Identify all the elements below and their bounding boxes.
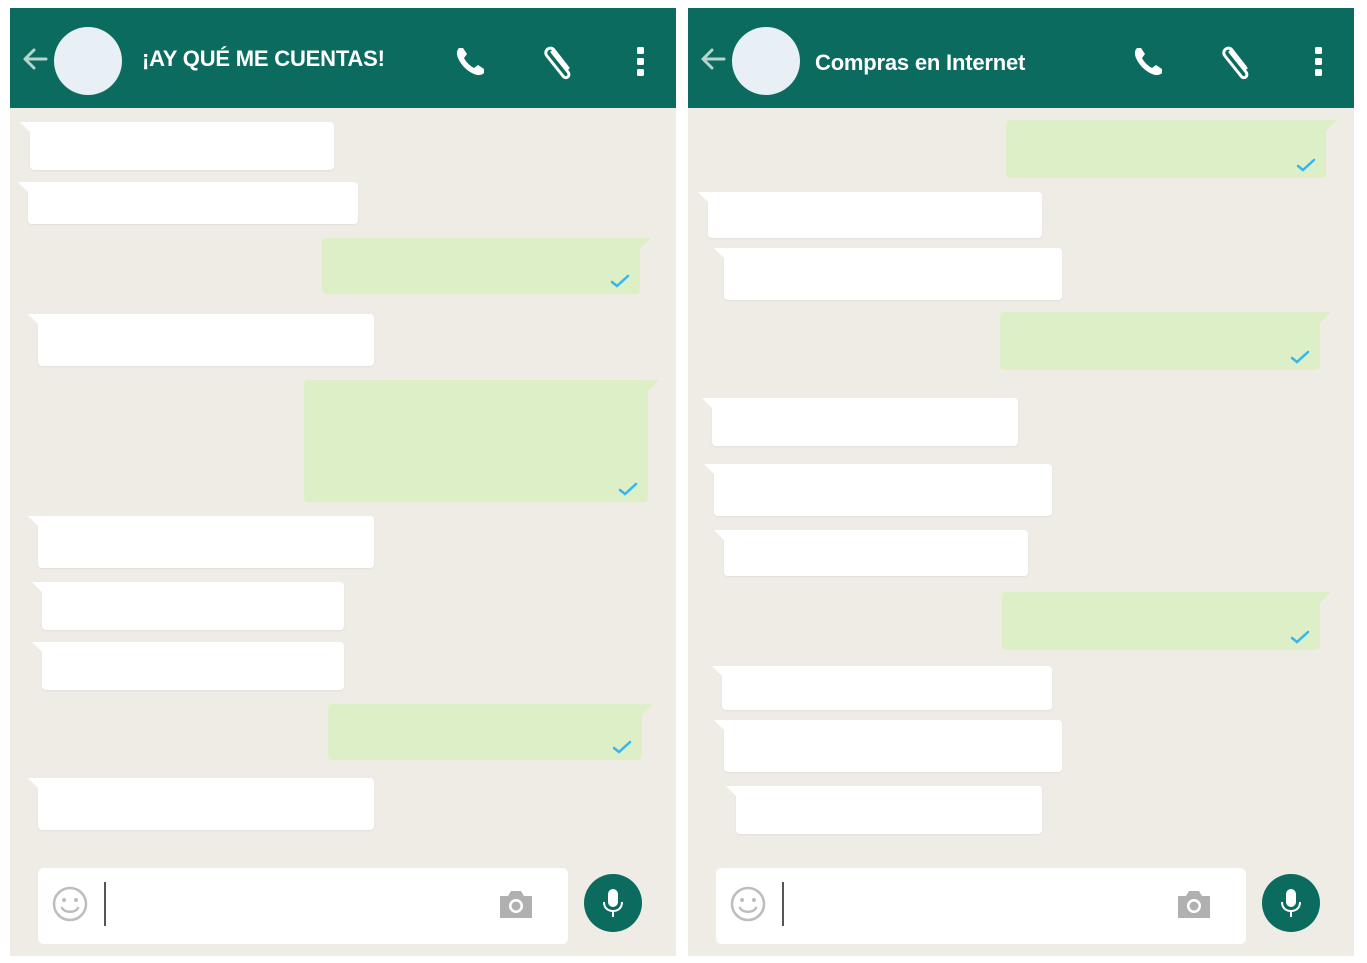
chat-screen-left: ¡AY QUÉ ME CUENTAS! xyxy=(10,8,676,956)
contact-avatar[interactable] xyxy=(732,27,800,95)
incoming-message[interactable] xyxy=(18,182,358,224)
outgoing-message[interactable] xyxy=(1002,592,1331,650)
microphone-icon xyxy=(1281,889,1301,917)
paperclip-icon[interactable] xyxy=(538,42,578,82)
smiley-icon[interactable] xyxy=(728,884,768,924)
outgoing-message[interactable] xyxy=(1000,312,1331,370)
incoming-message[interactable] xyxy=(714,720,1062,772)
camera-icon[interactable] xyxy=(496,886,536,922)
text-cursor xyxy=(782,882,784,926)
chat-title[interactable]: Compras en Internet xyxy=(815,50,1025,76)
incoming-message[interactable] xyxy=(698,192,1042,238)
incoming-message[interactable] xyxy=(714,530,1028,576)
incoming-message[interactable] xyxy=(28,314,374,366)
chat-screen-right: Compras en Internet xyxy=(688,8,1354,956)
message-compose-bar[interactable] xyxy=(716,868,1246,944)
outgoing-message[interactable] xyxy=(322,238,651,294)
incoming-message[interactable] xyxy=(32,582,344,630)
microphone-button[interactable] xyxy=(584,874,642,932)
smiley-icon[interactable] xyxy=(50,884,90,924)
read-tick-icon xyxy=(610,274,630,288)
more-vertical-icon[interactable] xyxy=(1310,42,1350,82)
incoming-message[interactable] xyxy=(714,248,1062,300)
message-compose-bar[interactable] xyxy=(38,868,568,944)
chat-title[interactable]: ¡AY QUÉ ME CUENTAS! xyxy=(142,46,385,72)
back-arrow-icon[interactable] xyxy=(698,44,728,74)
incoming-message[interactable] xyxy=(28,516,374,568)
read-tick-icon xyxy=(618,482,638,496)
incoming-message[interactable] xyxy=(20,122,334,170)
paperclip-icon[interactable] xyxy=(1216,42,1256,82)
outgoing-message[interactable] xyxy=(1006,120,1337,178)
microphone-button[interactable] xyxy=(1262,874,1320,932)
microphone-icon xyxy=(603,889,623,917)
contact-avatar[interactable] xyxy=(54,27,122,95)
read-tick-icon xyxy=(1290,350,1310,364)
more-vertical-icon[interactable] xyxy=(632,42,672,82)
phone-call-icon[interactable] xyxy=(1128,42,1168,82)
incoming-message[interactable] xyxy=(726,786,1042,834)
read-tick-icon xyxy=(1290,630,1310,644)
camera-icon[interactable] xyxy=(1174,886,1214,922)
read-tick-icon xyxy=(1296,158,1316,172)
outgoing-message[interactable] xyxy=(304,380,659,502)
incoming-message[interactable] xyxy=(28,778,374,830)
message-input[interactable] xyxy=(790,886,1160,926)
incoming-message[interactable] xyxy=(712,666,1052,710)
read-tick-icon xyxy=(612,740,632,754)
outgoing-message[interactable] xyxy=(328,704,653,760)
text-cursor xyxy=(104,882,106,926)
chat-header: Compras en Internet xyxy=(688,8,1354,108)
chat-header: ¡AY QUÉ ME CUENTAS! xyxy=(10,8,676,108)
phone-call-icon[interactable] xyxy=(450,42,490,82)
incoming-message[interactable] xyxy=(702,398,1018,446)
message-input[interactable] xyxy=(112,886,482,926)
back-arrow-icon[interactable] xyxy=(20,44,50,74)
incoming-message[interactable] xyxy=(32,642,344,690)
incoming-message[interactable] xyxy=(704,464,1052,516)
